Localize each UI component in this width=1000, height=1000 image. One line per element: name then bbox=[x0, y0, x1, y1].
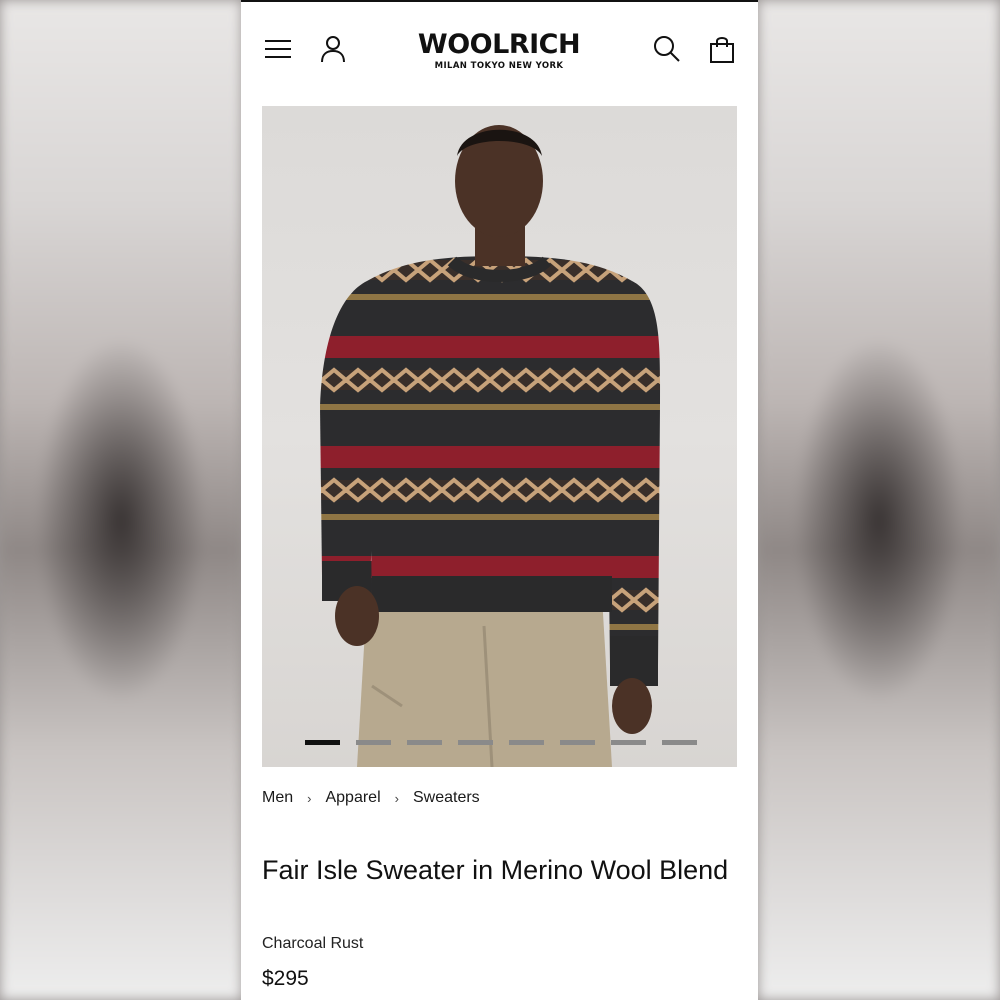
shopping-bag-icon bbox=[710, 37, 734, 63]
carousel-dot[interactable] bbox=[509, 740, 544, 745]
menu-button[interactable] bbox=[263, 34, 293, 64]
mobile-page: WOOLRICH MILAN TOKYO NEW YORK Men › Appa… bbox=[241, 0, 758, 1000]
breadcrumb-men[interactable]: Men bbox=[262, 789, 293, 807]
account-button[interactable] bbox=[318, 34, 348, 64]
product-title: Fair Isle Sweater in Merino Wool Blend bbox=[262, 855, 729, 885]
carousel-dot[interactable] bbox=[560, 740, 595, 745]
breadcrumb: Men › Apparel › Sweaters bbox=[262, 789, 480, 807]
menu-icon bbox=[265, 40, 291, 58]
search-icon bbox=[654, 36, 680, 62]
chevron-right-icon: › bbox=[394, 790, 399, 806]
product-image[interactable] bbox=[262, 106, 737, 767]
carousel-dot[interactable] bbox=[356, 740, 391, 745]
breadcrumb-apparel[interactable]: Apparel bbox=[325, 789, 380, 807]
shopping-bag-button[interactable] bbox=[707, 34, 737, 64]
blurred-backdrop-left bbox=[0, 0, 242, 1000]
site-header: WOOLRICH MILAN TOKYO NEW YORK bbox=[241, 2, 758, 102]
brand-logo[interactable]: WOOLRICH MILAN TOKYO NEW YORK bbox=[399, 29, 599, 72]
product-price: $295 bbox=[262, 967, 309, 990]
carousel-dot[interactable] bbox=[458, 740, 493, 745]
product-color: Charcoal Rust bbox=[262, 935, 364, 952]
carousel-dot[interactable] bbox=[611, 740, 646, 745]
breadcrumb-sweaters[interactable]: Sweaters bbox=[413, 789, 480, 807]
search-button[interactable] bbox=[652, 34, 682, 64]
blurred-backdrop-right bbox=[758, 0, 1000, 1000]
brand-tagline: MILAN TOKYO NEW YORK bbox=[434, 61, 564, 71]
carousel-indicators bbox=[305, 740, 697, 745]
chevron-right-icon: › bbox=[307, 790, 312, 806]
brand-name: WOOLRICH bbox=[417, 29, 581, 60]
carousel-dot[interactable] bbox=[662, 740, 697, 745]
account-icon bbox=[321, 36, 345, 63]
carousel-dot[interactable] bbox=[407, 740, 442, 745]
model-illustration bbox=[320, 125, 661, 767]
carousel-dot[interactable] bbox=[305, 740, 340, 745]
